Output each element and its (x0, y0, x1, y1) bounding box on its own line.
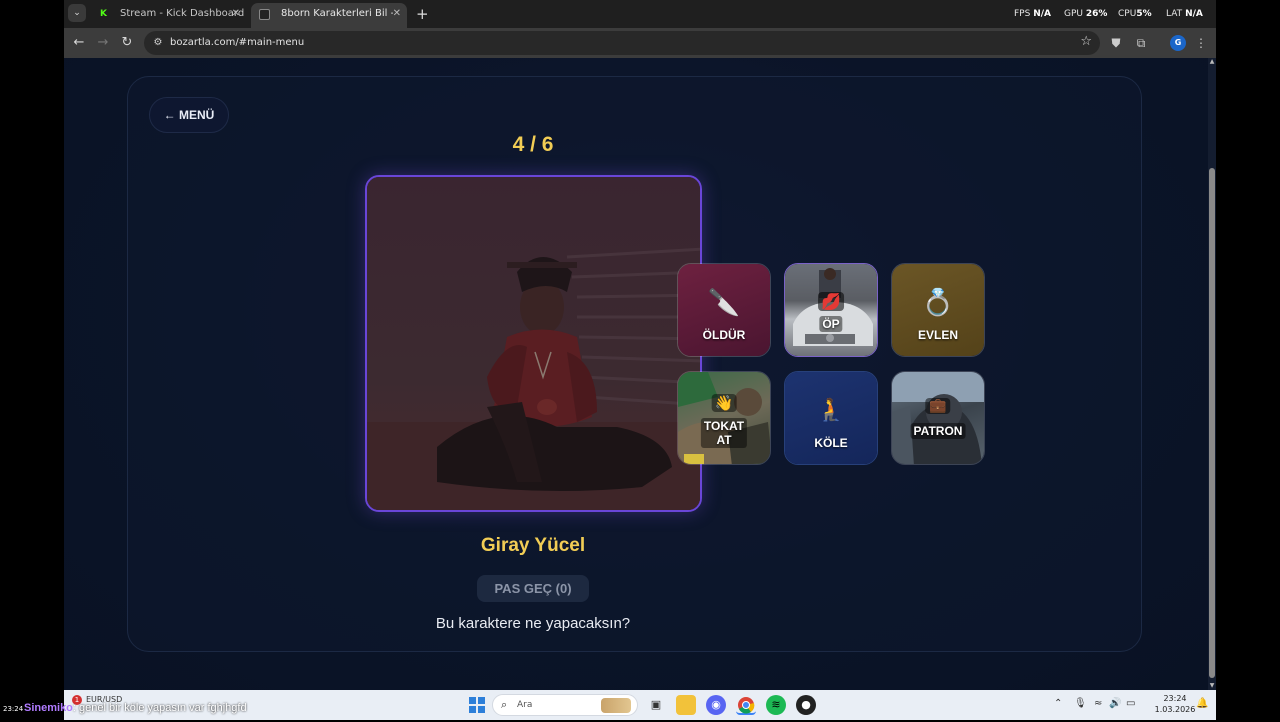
page-icon (259, 9, 270, 20)
fps-readout: FPS N/A (1014, 9, 1051, 19)
ring-icon: 💍 (921, 288, 955, 318)
action-evlen-button[interactable]: 💍 EVLEN (891, 263, 985, 357)
fps-value: N/A (1033, 9, 1051, 19)
fps-label: FPS (1014, 9, 1031, 19)
chat-text: genel bir köle yapasın var fghjhgfd (79, 702, 247, 714)
scrollbar-thumb[interactable] (1209, 168, 1215, 678)
screen: ⌄ K Stream - Kick Dashboard ✕ 8born Kara… (0, 0, 1280, 720)
action-label: TOKAT AT (700, 418, 748, 448)
microphone-icon[interactable]: 🎙 (1074, 698, 1087, 709)
question-progress: 4 / 6 (512, 133, 554, 156)
chat-username: Sinemiko (24, 702, 73, 714)
action-label-line-2: AT (716, 433, 732, 447)
kebab-menu-icon[interactable]: ⋮ (1192, 34, 1210, 52)
wifi-icon[interactable]: ≈ (1094, 698, 1102, 709)
gpu-value: 26% (1085, 9, 1108, 19)
action-label: ÖLDÜR (702, 328, 746, 342)
new-tab-button[interactable]: + (416, 5, 429, 23)
skip-button[interactable]: PAS GEÇ (0) (477, 575, 589, 602)
page-scrollbar[interactable]: ▲ ▼ (1208, 58, 1216, 690)
action-label: PATRON (910, 423, 966, 439)
action-kole-button[interactable]: 🧎 KÖLE (784, 371, 878, 465)
shield-icon[interactable]: ⛊ (1107, 34, 1125, 52)
site-info-icon[interactable]: ⚙ (150, 35, 166, 51)
boss-photo (892, 372, 984, 464)
volume-icon[interactable]: 🔊 (1109, 698, 1121, 709)
clock-time: 23:24 (1163, 694, 1187, 703)
lat-value: N/A (1185, 9, 1203, 19)
lat-label: LAT (1166, 9, 1183, 19)
menu-back-button[interactable]: ← MENÜ (149, 97, 229, 133)
action-label: EVLEN (917, 328, 958, 342)
page-content: ← MENÜ 4 / 6 Giray Yücel PAS GEÇ (0) Bu … (64, 58, 1208, 690)
character-image (367, 177, 700, 510)
kneeling-person-icon: 🧎 (817, 398, 845, 423)
tray-overflow-icon[interactable]: ⌃ (1054, 698, 1062, 709)
address-bar[interactable]: ⚙ bozartla.com/#main-menu ☆ (144, 31, 1100, 55)
notification-bell-icon[interactable]: 🔔 (1196, 698, 1208, 709)
waving-hand-icon: 👋 (711, 394, 737, 412)
obs-icon[interactable]: ● (796, 695, 816, 715)
clock-date: 1.03.2026 (1154, 705, 1196, 714)
action-op-button[interactable]: 💋 ÖP (784, 263, 878, 357)
file-explorer-icon[interactable] (676, 695, 696, 715)
action-label-line-1: TOKAT (703, 419, 745, 433)
question-text: Bu karaktere ne yapacaksın? (435, 615, 631, 632)
windows-start-icon[interactable] (469, 697, 485, 713)
cpu-readout: CPU5% (1118, 9, 1152, 19)
action-label: KÖLE (814, 436, 848, 450)
action-patron-button[interactable]: 💼 PATRON (891, 371, 985, 465)
url-text[interactable]: bozartla.com/#main-menu (170, 37, 304, 48)
game-panel: ← MENÜ 4 / 6 Giray Yücel PAS GEÇ (0) Bu … (127, 76, 1142, 652)
profile-avatar[interactable]: G (1170, 35, 1186, 51)
chat-message: Sinemiko: genel bir köle yapasın var fgh… (24, 702, 247, 714)
scroll-down-icon[interactable]: ▼ (1208, 682, 1216, 690)
kick-icon: K (100, 9, 107, 19)
search-placeholder: Ara (517, 700, 533, 710)
scroll-up-icon[interactable]: ▲ (1208, 58, 1216, 66)
briefcase-icon: 💼 (925, 398, 951, 414)
character-name: Giray Yücel (480, 535, 586, 556)
close-icon[interactable]: ✕ (393, 3, 401, 25)
action-oldur-button[interactable]: 🔪 ÖLDÜR (677, 263, 771, 357)
extensions-icon[interactable]: ⧉ (1132, 34, 1150, 52)
chrome-logo (738, 697, 755, 714)
tab-kick-dashboard[interactable]: K Stream - Kick Dashboard ✕ (90, 3, 246, 28)
cpu-label: CPU (1118, 9, 1137, 19)
chrome-icon[interactable] (736, 695, 756, 715)
bookmark-star-icon[interactable]: ☆ (1080, 34, 1092, 49)
task-view-icon[interactable]: ▣ (646, 695, 666, 715)
close-icon[interactable]: ✕ (232, 3, 240, 25)
forward-icon[interactable]: → (94, 34, 112, 52)
knife-icon: 🔪 (707, 288, 741, 318)
browser-toolbar: ← → ↻ ⚙ bozartla.com/#main-menu ☆ ⛊ ⧉ ⋮ (64, 28, 1216, 58)
discord-icon[interactable]: ◉ (706, 695, 726, 715)
cpu-value: 5% (1136, 9, 1152, 19)
action-tokat-button[interactable]: 👋 TOKAT AT (677, 371, 771, 465)
lat-readout: LAT N/A (1166, 9, 1203, 19)
tab-strip: ⌄ K Stream - Kick Dashboard ✕ 8born Kara… (64, 0, 1216, 28)
back-icon[interactable]: ← (70, 34, 88, 52)
browser-window: ⌄ K Stream - Kick Dashboard ✕ 8born Kara… (64, 0, 1216, 690)
gpu-readout: GPU 26% (1064, 9, 1107, 19)
action-label: ÖP (819, 316, 843, 332)
reload-icon[interactable]: ↻ (118, 34, 136, 52)
search-highlight-image (601, 698, 631, 713)
tab-title: Stream - Kick Dashboard (120, 8, 245, 19)
gpu-label: GPU (1064, 9, 1083, 19)
battery-icon[interactable]: ▭ (1126, 698, 1135, 709)
tab-title: 8born Karakterleri Bil - Bozartla (281, 8, 393, 19)
spotify-icon[interactable]: ≋ (766, 695, 786, 715)
overlay-time: 23:24 (3, 705, 24, 713)
search-icon: ⌕ (501, 698, 508, 711)
tab-search-button[interactable]: ⌄ (68, 4, 86, 22)
tab-bozartla[interactable]: 8born Karakterleri Bil - Bozartla ✕ (251, 3, 407, 28)
character-portrait (365, 175, 702, 512)
taskbar-search[interactable]: ⌕ Ara (492, 694, 638, 716)
lips-icon: 💋 (818, 292, 844, 311)
taskbar-clock[interactable]: 23:24 1.03.2026 (1150, 693, 1200, 715)
